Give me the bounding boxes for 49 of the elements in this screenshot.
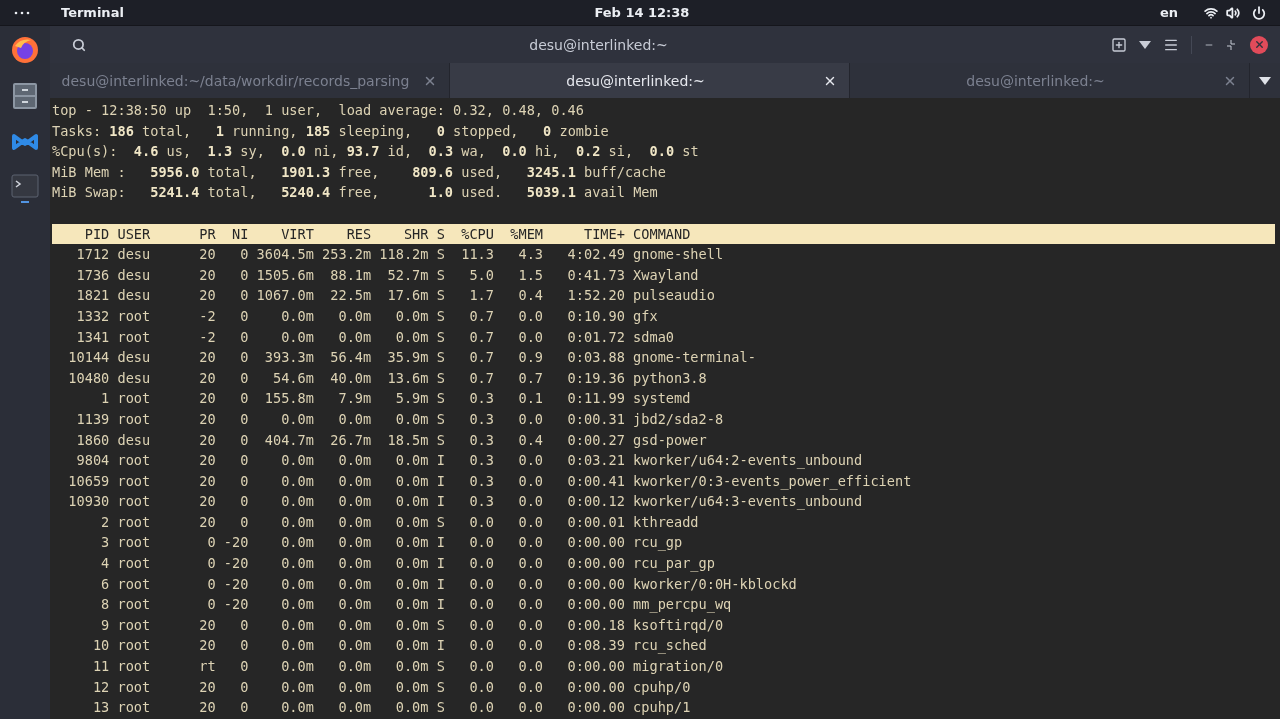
- process-row-text: 1332 root -2 0 0.0m 0.0m 0.0m S 0.7 0.0 0:10.90 gfx: [75, 306, 659, 326]
- process-row-text: 8 root 0 -20 0.0m 0.0m 0.0m I 0.0 0.0 0:00.00 mm_percpu_wq: [100, 595, 733, 615]
- terminal-line: MiB Swap: 5241.4 total, 5240.4 free, 1.0 used. 5039.1 avail Mem: [52, 183, 659, 203]
- wifi-icon[interactable]: [1204, 5, 1218, 20]
- process-row-text: 9 root 20 0 0.0m 0.0m 0.0m S 0.0 0.0 0:00.18 ksoftirqd/0: [100, 615, 725, 635]
- process-row-text: 2 root 20 0 0.0m 0.0m 0.0m S 0.0 0.0 0:00.01 kthreadd: [100, 512, 700, 532]
- process-row-text: 3 root 0 -20 0.0m 0.0m 0.0m I 0.0 0.0 0:00.00 rcu_gp: [100, 533, 684, 553]
- tab-label: desu@interlinked:~: [965, 72, 1106, 89]
- process-row-text: 10930 root 20 0 0.0m 0.0m 0.0m I 0.3 0.0 0:00.12 kworker/u64:3-events_unbound: [67, 492, 864, 512]
- terminal-line: MiB Mem : 5956.0 total, 1901.3 free, 809.6 used, 3245.1 buff/cache: [52, 162, 667, 182]
- process-row-text: 1821 desu 20 0 1067.0m 22.5m 17.6m S 1.7 0.4 1:52.20 pulseaudio: [75, 286, 716, 306]
- terminal-line: %Cpu(s): 4.6 us, 1.3 sy, 0.0 ni, 93.7 id, 0.3 wa, 0.0 hi, 0.2 si, 0.0 st: [52, 142, 700, 162]
- process-row-text: 11 root rt 0 0.0m 0.0m 0.0m S 0.0 0.0 0:00.00 migration/0: [91, 657, 725, 677]
- maximize-icon[interactable]: [1226, 39, 1236, 50]
- process-row-text: 1736 desu 20 0 1505.6m 88.1m 52.7m S 5.0 1.5 0:41.73 Xwayland: [75, 265, 700, 285]
- process-row-text: 4 root 0 -20 0.0m 0.0m 0.0m I 0.0 0.0 0:00.00 rcu_par_gp: [100, 554, 716, 574]
- tab-label: desu@interlinked:~/data/workdir/records_parsing: [60, 72, 411, 89]
- search-icon[interactable]: [72, 37, 86, 52]
- process-row-text: 10144 desu 20 0 393.3m 56.4m 35.9m S 0.7 0.9 0:03.88 gnome-terminal-: [67, 348, 757, 368]
- tab-label: desu@interlinked:~: [565, 72, 706, 89]
- process-row-text: 1341 root -2 0 0.0m 0.0m 0.0m S 0.7 0.0 0:01.72 sdma0: [75, 327, 675, 347]
- close-button[interactable]: [1250, 35, 1268, 54]
- tabs-dropdown-button[interactable]: [1250, 63, 1280, 98]
- process-row-text: 6 root 0 -20 0.0m 0.0m 0.0m I 0.0 0.0 0:00.00 kworker/0:0H-kblockd: [100, 574, 798, 594]
- process-row-text: 1712 desu 20 0 3604.5m 253.2m 118.2m S 11.3 4.3 4:02.49 gnome-shell: [75, 245, 725, 265]
- plus-square-icon[interactable]: [1111, 36, 1127, 53]
- dots-icon[interactable]: [14, 10, 30, 15]
- process-row-text: 10659 root 20 0 0.0m 0.0m 0.0m I 0.3 0.0 0:00.41 kworker/0:3-events_power_efficient: [67, 471, 913, 492]
- clock[interactable]: Feb 14 12:38: [594, 5, 690, 20]
- process-row-text: 12 root 20 0 0.0m 0.0m 0.0m S 0.0 0.0 0:00.00 cpuhp/0: [91, 677, 692, 697]
- terminal-icon[interactable]: [11, 174, 39, 198]
- power-icon[interactable]: [1252, 5, 1266, 20]
- process-row-text: 1860 desu 20 0 404.7m 26.7m 18.5m S 0.3 0.4 0:00.27 gsd-power: [75, 430, 708, 450]
- window-title: desu@interlinked:~: [528, 36, 669, 53]
- table-header-row: PID USER PR NI VIRT RES SHR S %CPU %MEM TIME+ COMMAND: [52, 223, 1275, 245]
- terminal-line: top - 12:38:50 up 1:50, 1 user, load average: 0.32, 0.48, 0.46: [52, 101, 585, 120]
- process-row-text: 9804 root 20 0 0.0m 0.0m 0.0m I 0.3 0.0 0:03.21 kworker/u64:2-events_unbound: [75, 451, 864, 471]
- terminal-line: Tasks: 186 total, 1 running, 185 sleeping, 0 stopped, 0 zombie: [52, 121, 610, 141]
- caret-icon[interactable]: [1259, 76, 1271, 85]
- process-row-text: 10 root 20 0 0.0m 0.0m 0.0m I 0.0 0.0 0:08.39 rcu_sched: [91, 636, 708, 656]
- process-row-text: 1139 root 20 0 0.0m 0.0m 0.0m S 0.3 0.0 0:00.31 jbd2/sda2-8: [75, 409, 725, 429]
- language-indicator[interactable]: en: [1159, 5, 1178, 20]
- app-name[interactable]: Terminal: [61, 5, 124, 20]
- process-row-text: 13 root 20 0 0.0m 0.0m 0.0m S 0.0 0.0 0:00.00 cpuhp/1: [91, 698, 692, 718]
- process-row-text: 1 root 20 0 155.8m 7.9m 5.9m S 0.3 0.1 0:11.99 systemd: [100, 389, 692, 409]
- running-indicator: [21, 201, 29, 203]
- volume-icon[interactable]: [1226, 5, 1240, 20]
- caret-icon[interactable]: [1139, 40, 1151, 49]
- process-row-text: 10480 desu 20 0 54.6m 40.0m 13.6m S 0.7 0.7 0:19.36 python3.8: [67, 368, 708, 388]
